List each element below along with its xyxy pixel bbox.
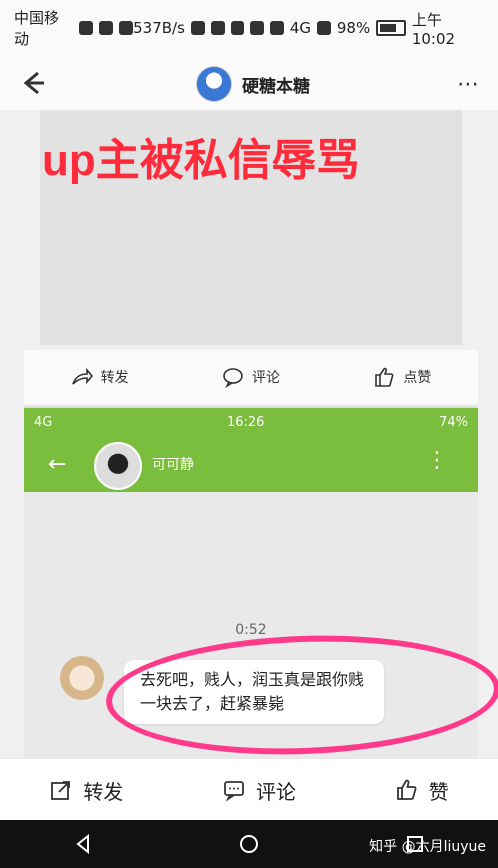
page-title: 硬糖本糖: [242, 76, 310, 97]
wechat-header: ← 可可静 ⋮: [24, 436, 478, 492]
bottom-comment-button[interactable]: 评论: [222, 776, 296, 805]
vibrate-icon: [210, 21, 225, 35]
bottom-comment-label: 评论: [255, 779, 296, 804]
bottom-share-label: 转发: [83, 779, 124, 804]
wechat-status-bar: 4G 16:26 74%: [24, 408, 478, 436]
home-circle-icon: [240, 835, 258, 853]
avatar[interactable]: [196, 66, 232, 102]
comment-icon: [224, 781, 244, 802]
alarm-icon: [230, 21, 245, 35]
post-action-row: 转发 评论 点赞: [24, 350, 478, 404]
network-speed: 537B/s: [133, 19, 185, 37]
share-icon: [71, 367, 93, 385]
bottom-like-button[interactable]: 赞: [395, 776, 449, 805]
like-action[interactable]: 点赞: [373, 366, 431, 388]
nav-back-button[interactable]: [71, 832, 95, 856]
message-icon: [119, 21, 134, 35]
bottom-like-label: 赞: [428, 779, 449, 804]
post-content: up主被私信辱骂 转发 评论 点赞 4G 16:26 74% ← 可可静 ⋮ 0…: [0, 110, 498, 761]
location-icon: [190, 21, 205, 35]
app-icon: [99, 21, 114, 35]
wechat-time: 16:26: [226, 414, 265, 430]
network-type: 4G: [289, 19, 312, 37]
comment-label: 评论: [251, 370, 280, 386]
signal-icon: [317, 21, 331, 35]
battery-icon: [376, 20, 406, 36]
carrier-label: 中国移动: [14, 9, 60, 48]
more-options-icon[interactable]: ⋯: [457, 72, 482, 97]
highlight-circle: [104, 629, 498, 761]
wechat-network: 4G: [34, 414, 53, 430]
bottom-action-bar: 转发 评论 赞: [0, 758, 498, 821]
back-button[interactable]: [18, 69, 46, 97]
wechat-battery: 74%: [439, 414, 468, 430]
status-bar: 中国移动 537B/s 4G 98% 上午10:02: [0, 0, 498, 56]
message-time: 0:52: [235, 622, 267, 638]
sender-avatar: [60, 656, 104, 700]
arrow-left-icon: [23, 71, 44, 95]
comment-icon: [223, 368, 243, 388]
wechat-screenshot: 4G 16:26 74% ← 可可静 ⋮ 0:52 去死吧，贱人，润玉真是跟你贱…: [24, 406, 498, 761]
hd-icon: [250, 21, 265, 35]
contact-name: 可可静: [152, 457, 194, 473]
app-bar: 硬糖本糖 ⋯: [0, 56, 498, 111]
post-headline: up主被私信辱骂: [42, 136, 360, 185]
bottom-share-button[interactable]: 转发: [49, 776, 123, 805]
wechat-menu-icon: ⋮: [426, 448, 448, 473]
nav-home-button[interactable]: [237, 832, 261, 856]
comment-action[interactable]: 评论: [222, 366, 280, 388]
status-left: 中国移动: [14, 7, 134, 49]
like-label: 点赞: [403, 370, 432, 386]
battery-percent: 98%: [336, 19, 371, 37]
share-label: 转发: [100, 370, 129, 386]
thumbs-up-icon: [375, 367, 394, 387]
back-triangle-icon: [76, 834, 89, 854]
zhihu-watermark: 知乎 @六月liuyue: [369, 839, 486, 855]
wechat-back-icon: ←: [48, 452, 67, 477]
eye-icon: [270, 21, 284, 35]
cloud-icon: [79, 21, 94, 35]
profile-header[interactable]: 硬糖本糖: [196, 66, 310, 102]
status-right: 537B/s 4G 98% 上午10:02: [133, 9, 484, 48]
share-icon: [51, 781, 71, 800]
clock: 上午10:02: [411, 10, 456, 48]
share-action[interactable]: 转发: [71, 366, 129, 388]
thumbs-up-icon: [396, 779, 417, 800]
contact-avatar: [94, 442, 142, 490]
